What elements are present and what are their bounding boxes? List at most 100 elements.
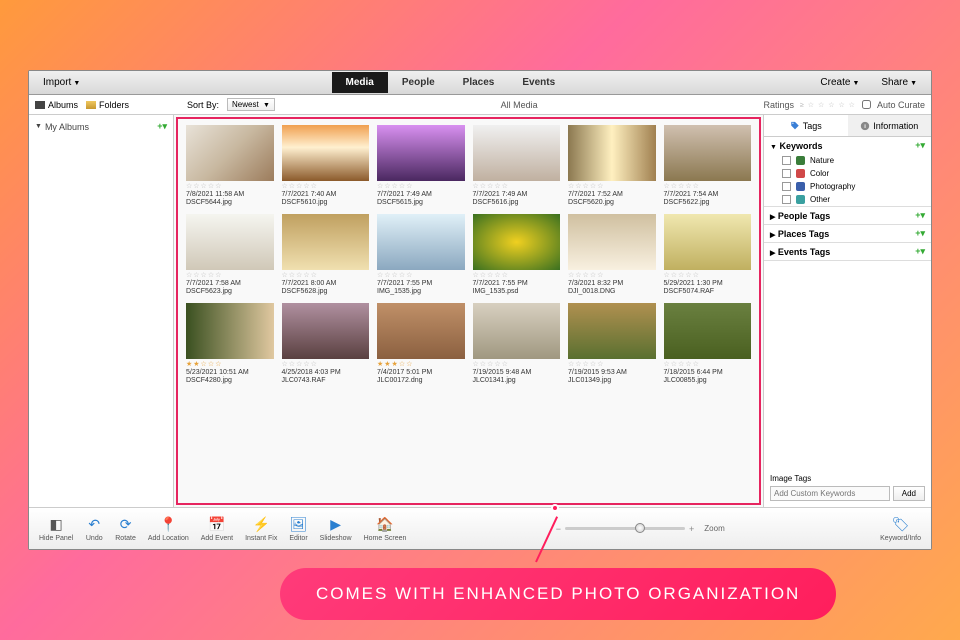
tab-media[interactable]: Media (332, 72, 388, 93)
thumbnail-card[interactable]: ☆☆☆☆☆7/7/2021 8:00 AMDSCF5628.jpg (282, 214, 370, 295)
zoom-slider[interactable] (565, 527, 685, 530)
keyword-photography[interactable]: Photography (764, 180, 931, 193)
thumbnail-date: 5/29/2021 1:30 PM (664, 280, 752, 287)
thumbnail-card[interactable]: ★★★☆☆7/4/2017 5:01 PMJLC00172.dng (377, 303, 465, 384)
albums-view-button[interactable]: Albums (35, 100, 78, 110)
thumbnail-card[interactable]: ☆☆☆☆☆7/7/2021 7:49 AMDSCF5615.jpg (377, 125, 465, 206)
keyword-color[interactable]: Color (764, 167, 931, 180)
home-screen-button[interactable]: 🏠Home Screen (360, 514, 411, 544)
events-tags-section-header[interactable]: ▶ Events Tags+▾ (764, 243, 931, 260)
zoom-plus-icon[interactable]: + (689, 524, 694, 534)
checkbox[interactable] (782, 169, 791, 178)
undo-button[interactable]: ↶Undo (81, 514, 107, 544)
places-tags-section-header[interactable]: ▶ Places Tags+▾ (764, 225, 931, 242)
slideshow-button[interactable]: ▶Slideshow (316, 514, 356, 544)
thumbnail-card[interactable]: ☆☆☆☆☆7/7/2021 7:55 PMIMG_1535.jpg (377, 214, 465, 295)
thumbnail-date: 7/7/2021 7:58 AM (186, 280, 274, 287)
thumbnail-rating[interactable]: ☆☆☆☆☆ (664, 360, 752, 368)
thumbnail-rating[interactable]: ☆☆☆☆☆ (664, 182, 752, 190)
tab-places[interactable]: Places (449, 72, 509, 93)
zoom-minus-icon[interactable]: − (556, 524, 561, 534)
add-keyword-button[interactable]: +▾ (915, 140, 925, 151)
thumbnail-card[interactable]: ☆☆☆☆☆7/7/2021 7:49 AMDSCF5616.jpg (473, 125, 561, 206)
thumbnail-card[interactable]: ☆☆☆☆☆7/19/2015 9:48 AMJLC01341.jpg (473, 303, 561, 384)
keyword-other[interactable]: Other (764, 193, 931, 206)
thumbnail-card[interactable]: ☆☆☆☆☆4/25/2018 4:03 PMJLC0743.RAF (282, 303, 370, 384)
thumbnail-rating[interactable]: ☆☆☆☆☆ (377, 271, 465, 279)
add-people-tag-button[interactable]: +▾ (915, 210, 925, 221)
thumbnail-filename: DJI_0018.DNG (568, 288, 656, 295)
people-tags-section-header[interactable]: ▶ People Tags+▾ (764, 207, 931, 224)
share-button[interactable]: Share▼ (873, 73, 925, 92)
tab-tags[interactable]: Tags (764, 115, 848, 136)
custom-keywords-input[interactable] (770, 486, 890, 501)
auto-curate-checkbox[interactable] (862, 100, 871, 109)
thumbnail-card[interactable]: ☆☆☆☆☆7/7/2021 7:58 AMDSCF5623.jpg (186, 214, 274, 295)
checkbox[interactable] (782, 182, 791, 191)
thumbnail-card[interactable]: ☆☆☆☆☆7/7/2021 7:40 AMDSCF5610.jpg (282, 125, 370, 206)
thumbnail-rating[interactable]: ☆☆☆☆☆ (377, 182, 465, 190)
thumbnail-card[interactable]: ☆☆☆☆☆7/18/2015 6:44 PMJLC00855.jpg (664, 303, 752, 384)
thumbnail-rating[interactable]: ☆☆☆☆☆ (664, 271, 752, 279)
thumbnail-rating[interactable]: ☆☆☆☆☆ (282, 360, 370, 368)
tab-people[interactable]: People (388, 72, 449, 93)
thumbnail-rating[interactable]: ☆☆☆☆☆ (186, 182, 274, 190)
editor-button[interactable]: 🖼Editor (285, 514, 311, 544)
thumbnail-image (568, 303, 656, 359)
folders-view-button[interactable]: Folders (86, 100, 129, 110)
ratings-filter[interactable]: ≥ ☆ ☆ ☆ ☆ ☆ (800, 101, 856, 109)
tag-color-icon (796, 182, 805, 191)
thumbnail-rating[interactable]: ☆☆☆☆☆ (473, 360, 561, 368)
add-keyword-confirm-button[interactable]: Add (893, 486, 925, 501)
import-button[interactable]: Import▼ (35, 73, 88, 92)
tag-icon: 🏷 (892, 516, 910, 534)
thumbnail-rating[interactable]: ★★★☆☆ (377, 360, 465, 368)
thumbnail-card[interactable]: ☆☆☆☆☆5/29/2021 1:30 PMDSCF5074.RAF (664, 214, 752, 295)
thumbnail-rating[interactable]: ☆☆☆☆☆ (282, 182, 370, 190)
thumbnail-rating[interactable]: ☆☆☆☆☆ (282, 271, 370, 279)
rotate-button[interactable]: ⟳Rotate (111, 514, 140, 544)
add-places-tag-button[interactable]: +▾ (915, 228, 925, 239)
add-events-tag-button[interactable]: +▾ (915, 246, 925, 257)
my-albums-header[interactable]: ▼My Albums +▾ (35, 119, 167, 134)
sub-toolbar: Albums Folders Sort By: Newest ▼ All Med… (29, 95, 931, 115)
chevron-down-icon: ▼ (852, 80, 859, 87)
thumbnail-rating[interactable]: ☆☆☆☆☆ (568, 271, 656, 279)
checkbox[interactable] (782, 195, 791, 204)
keyword-info-button[interactable]: 🏷Keyword/Info (876, 514, 925, 544)
thumbnail-card[interactable]: ☆☆☆☆☆7/7/2021 7:55 PMIMG_1535.psd (473, 214, 561, 295)
thumbnail-card[interactable]: ☆☆☆☆☆7/19/2015 9:53 AMJLC01349.jpg (568, 303, 656, 384)
thumbnail-rating[interactable]: ☆☆☆☆☆ (186, 271, 274, 279)
thumbnail-rating[interactable]: ☆☆☆☆☆ (568, 360, 656, 368)
thumbnail-filename: DSCF5615.jpg (377, 199, 465, 206)
checkbox[interactable] (782, 156, 791, 165)
thumbnail-card[interactable]: ☆☆☆☆☆7/3/2021 8:32 PMDJI_0018.DNG (568, 214, 656, 295)
keyword-nature[interactable]: Nature (764, 154, 931, 167)
thumbnail-card[interactable]: ☆☆☆☆☆7/7/2021 7:54 AMDSCF5622.jpg (664, 125, 752, 206)
thumbnail-filename: JLC01341.jpg (473, 377, 561, 384)
tab-information[interactable]: iInformation (848, 115, 932, 136)
thumbnail-image (282, 303, 370, 359)
thumbnail-card[interactable]: ☆☆☆☆☆7/8/2021 11:58 AMDSCF5644.jpg (186, 125, 274, 206)
tab-events[interactable]: Events (508, 72, 569, 93)
hide-panel-button[interactable]: ◧Hide Panel (35, 514, 77, 544)
thumbnail-filename: DSCF5620.jpg (568, 199, 656, 206)
add-location-button[interactable]: 📍Add Location (144, 514, 193, 544)
thumbnail-rating[interactable]: ☆☆☆☆☆ (473, 182, 561, 190)
thumbnail-card[interactable]: ☆☆☆☆☆7/7/2021 7:52 AMDSCF5620.jpg (568, 125, 656, 206)
create-button[interactable]: Create▼ (812, 73, 867, 92)
keywords-section-header[interactable]: ▼ Keywords+▾ (764, 137, 931, 154)
view-tabs: Media People Places Events (98, 72, 802, 93)
thumbnail-filename: DSCF5616.jpg (473, 199, 561, 206)
thumbnail-card[interactable]: ★★☆☆☆5/23/2021 10:51 AMDSCF4280.jpg (186, 303, 274, 384)
zoom-thumb[interactable] (635, 523, 645, 533)
thumbnail-rating[interactable]: ☆☆☆☆☆ (568, 182, 656, 190)
thumbnail-date: 7/7/2021 7:55 PM (473, 280, 561, 287)
thumbnail-rating[interactable]: ★★☆☆☆ (186, 360, 274, 368)
thumbnail-rating[interactable]: ☆☆☆☆☆ (473, 271, 561, 279)
sort-select[interactable]: Newest ▼ (227, 98, 275, 111)
thumbnail-filename: DSCF5622.jpg (664, 199, 752, 206)
add-event-button[interactable]: 📅Add Event (197, 514, 237, 544)
instant-fix-button[interactable]: ⚡Instant Fix (241, 514, 281, 544)
add-album-button[interactable]: +▾ (157, 121, 167, 132)
